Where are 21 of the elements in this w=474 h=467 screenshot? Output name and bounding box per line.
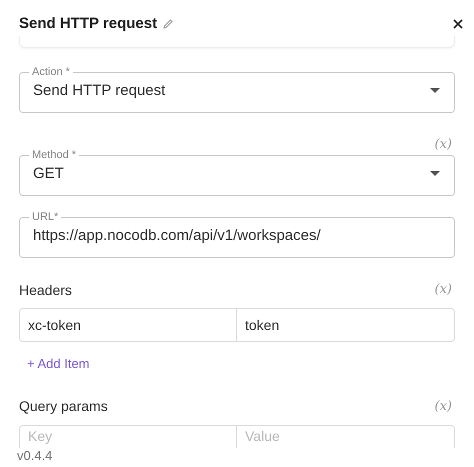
variable-button[interactable]: (x) <box>434 396 455 416</box>
section-label: Query params <box>19 397 108 416</box>
value-field[interactable]: token <box>237 308 455 342</box>
variable-button[interactable]: (x) <box>434 280 455 300</box>
panel-title: Send HTTP request <box>19 14 158 34</box>
field-value: https://app.nocodb.com/api/v1/workspaces/ <box>33 226 321 246</box>
add-item-link[interactable]: + Add Item <box>27 354 90 374</box>
field-value: Send HTTP request <box>33 81 166 102</box>
close-icon[interactable] <box>452 18 464 30</box>
dropdown-caret-icon[interactable] <box>430 88 440 94</box>
dropdown-caret-icon[interactable] <box>430 171 440 177</box>
version-label: v0.4.4 <box>17 447 52 465</box>
select-field[interactable]: Action * Send HTTP request <box>19 65 455 113</box>
input-field[interactable]: URL* https://app.nocodb.com/api/v1/workspaces/ <box>19 210 455 258</box>
field-label: Action * <box>31 65 71 79</box>
key-field[interactable]: xc-token <box>19 308 237 342</box>
field-value: GET <box>33 164 64 184</box>
pencil-icon[interactable] <box>162 18 174 30</box>
field-label: URL* <box>31 210 60 224</box>
field-label: Method * <box>31 148 78 162</box>
section-label: Headers <box>19 280 72 300</box>
